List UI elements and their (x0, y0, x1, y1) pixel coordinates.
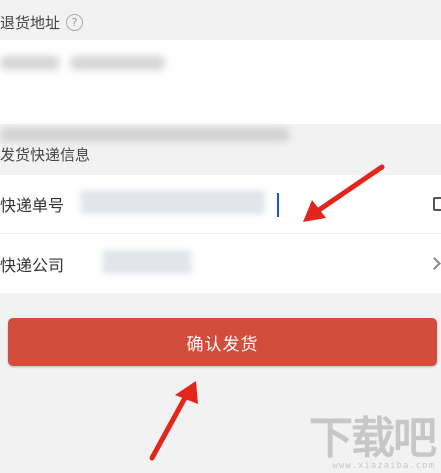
tracking-number-redacted (80, 190, 265, 214)
tracking-number-input[interactable] (80, 186, 270, 222)
return-address-label: 退货地址 (0, 14, 61, 32)
scan-icon[interactable] (433, 197, 441, 211)
annotation-arrow-lower (149, 381, 198, 461)
shipping-info-header: 发货快递信息 (0, 144, 90, 165)
tracking-number-label: 快递单号 (0, 196, 65, 215)
confirm-ship-button[interactable]: 确认发货 (8, 318, 437, 366)
address-detail-redacted (0, 128, 290, 142)
text-cursor (277, 193, 279, 217)
courier-company-row[interactable]: 快递公司 (0, 234, 441, 293)
tracking-number-row[interactable]: 快递单号 (0, 175, 441, 234)
watermark-logo: 下载吧 (309, 413, 437, 464)
address-contact-redacted (0, 56, 60, 70)
courier-company-label: 快递公司 (0, 255, 65, 275)
chevron-right-icon[interactable] (428, 257, 441, 270)
address-phone-redacted (70, 56, 165, 70)
return-address-card[interactable] (0, 40, 441, 142)
courier-company-select[interactable] (80, 246, 270, 282)
return-address-header: 退货地址 ? (0, 12, 84, 33)
shipping-info-label: 发货快递信息 (0, 146, 91, 164)
help-icon[interactable]: ? (66, 14, 84, 31)
courier-company-redacted (102, 249, 192, 274)
shipping-form-card: 快递单号 快递公司 (0, 175, 441, 293)
site-watermark: 下载吧 www.xiazaiba.com (309, 413, 437, 472)
